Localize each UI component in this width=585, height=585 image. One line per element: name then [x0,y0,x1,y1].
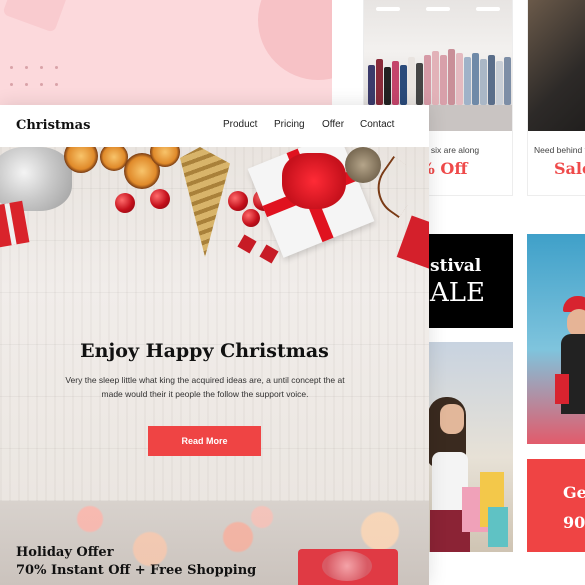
nav-link-contact[interactable]: Contact [360,119,394,130]
navbar: Christmas Product Pricing Offer Contact [0,105,429,147]
offer-title: Holiday Offer [16,545,114,560]
product-photo [528,0,585,131]
card-price: Sale [554,159,585,178]
banner-line-2: 90 [563,513,585,532]
background-pink-panel [0,0,332,110]
gift-box-decoration [396,215,429,271]
christmas-landing-page: Christmas Product Pricing Offer Contact … [0,105,429,585]
pinecone-decoration [345,147,381,183]
decorative-shape [2,0,73,33]
red-promo-banner[interactable]: Ge 90 [527,459,585,552]
banner-line-2: ALE [430,278,486,308]
ornament-ball [150,189,170,209]
offer-subtitle: 70% Instant Off + Free Shopping [16,563,257,578]
small-gift-decoration [237,234,257,254]
card-description: Need behind th [534,145,585,155]
gift-bow-photo [322,551,372,581]
nav-link-product[interactable]: Product [223,119,257,130]
tinsel-decoration [0,147,72,211]
hero-section: Enjoy Happy Christmas Very the sleep lit… [0,147,429,501]
red-bow-decoration [282,153,346,209]
small-gift-decoration [259,244,279,264]
read-more-button[interactable]: Read More [148,426,261,456]
hero-title: Enjoy Happy Christmas [80,340,329,362]
ornament-ball [115,193,135,213]
ornament-ball [242,209,260,227]
product-card[interactable]: Need behind th Sale [527,0,585,196]
dot-pattern [10,66,59,86]
nav-link-pricing[interactable]: Pricing [274,119,305,130]
banner-line-1: stival [430,256,482,276]
decorative-blob [258,0,332,80]
nav-link-offer[interactable]: Offer [322,119,344,130]
shopping-girl-photo [527,234,585,444]
holiday-offer-section: Holiday Offer 70% Instant Off + Free Sho… [0,501,429,585]
banner-line-1: Ge [563,483,585,502]
hero-description: Very the sleep little what king the acqu… [65,375,345,399]
ornament-ball [228,191,248,211]
brand-logo[interactable]: Christmas [16,118,90,133]
golden-cone-decoration [180,147,230,257]
